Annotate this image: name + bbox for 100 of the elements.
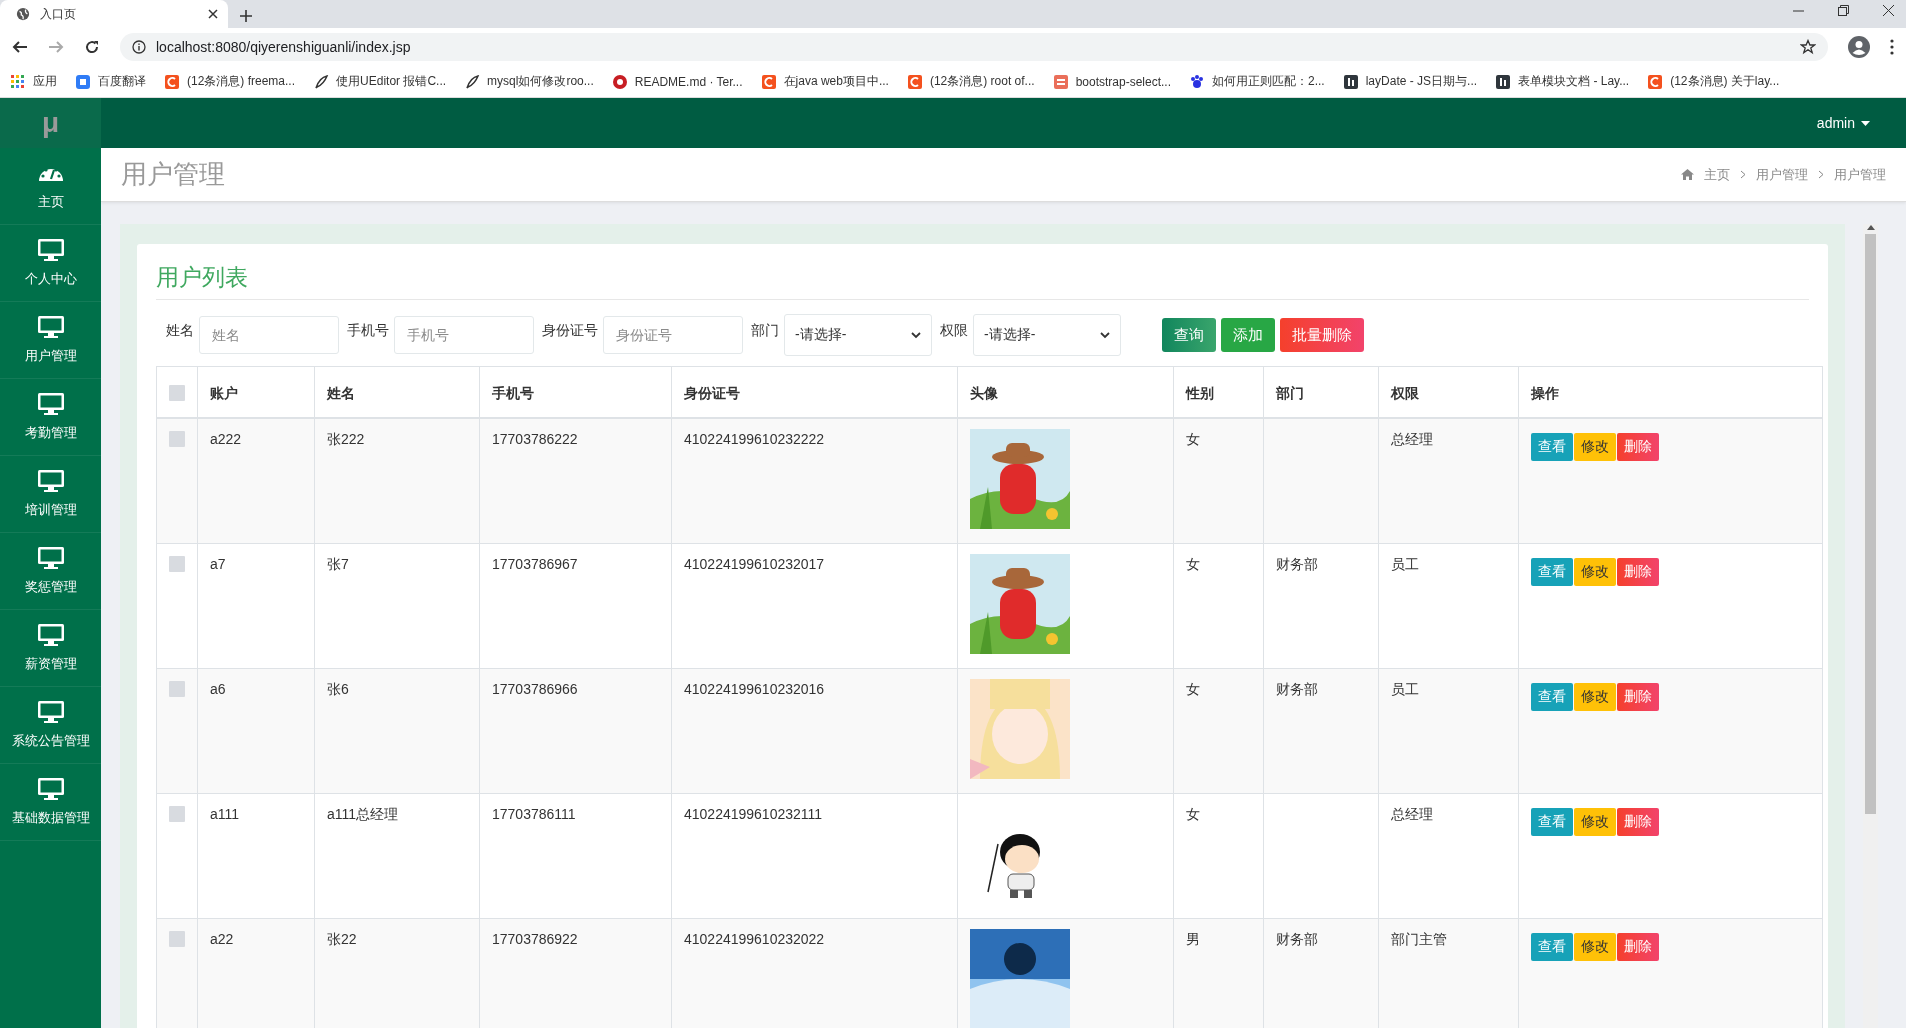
table-cell: a111	[197, 793, 315, 918]
input-field[interactable]: 手机号	[394, 316, 534, 354]
checkbox[interactable]	[169, 385, 185, 401]
grid-icon	[10, 73, 26, 90]
table-cell: 张222	[314, 418, 480, 543]
monitor-icon	[36, 546, 65, 570]
table-cell: 员工	[1378, 668, 1519, 793]
account-icon[interactable]	[1848, 36, 1870, 58]
bookmark-link[interactable]: (12条消息) freema...	[187, 73, 296, 90]
breadcrumb-link[interactable]: 用户管理	[1756, 165, 1808, 184]
bookmark-link[interactable]: layDate - JS日期与...	[1365, 73, 1478, 90]
bookmark-icon	[164, 73, 180, 90]
bookmark-icon	[906, 73, 923, 90]
chevron-icon	[1100, 331, 1110, 339]
table-cell: 410224199610232222	[671, 418, 958, 543]
bookmark-link[interactable]: 在java web项目中...	[783, 73, 889, 90]
filter-label: 部门	[751, 321, 779, 340]
edit-button[interactable]: 修改	[1574, 433, 1616, 461]
bookmark-icon	[75, 73, 91, 90]
delete-button[interactable]: 删除	[1617, 433, 1659, 461]
edit-button[interactable]: 修改	[1574, 682, 1616, 711]
add-button[interactable]: 添加	[1221, 318, 1275, 352]
page-title: 用户管理	[121, 158, 225, 191]
table-cell: a222	[197, 418, 315, 543]
table-cell: 总经理	[1378, 793, 1519, 918]
table-cell: 17703786966	[479, 668, 672, 793]
home-icon	[1681, 169, 1694, 180]
input-field[interactable]: 身份证号	[603, 316, 743, 354]
delete-button[interactable]: 删除	[1617, 932, 1659, 961]
breadcrumb-link[interactable]: 主页	[1704, 165, 1730, 184]
table-cell: 410224199610232016	[671, 668, 958, 793]
table-cell: 财务部	[1263, 543, 1379, 668]
filter-label: 身份证号	[542, 321, 598, 340]
bookmark-link[interactable]: mysql如何修改roo...	[487, 73, 594, 90]
chevron-icon	[911, 331, 921, 339]
bookmark-icon	[1052, 73, 1069, 90]
edit-button[interactable]: 修改	[1574, 932, 1616, 961]
table-cell: 张6	[314, 668, 480, 793]
input-field[interactable]: 姓名	[199, 316, 339, 354]
bookmark-icon	[464, 73, 481, 90]
restore-icon[interactable]	[1838, 4, 1849, 16]
monitor-icon	[36, 315, 65, 339]
bookmark-link[interactable]: 百度翻译	[98, 73, 146, 90]
scrollbar[interactable]	[1863, 224, 1878, 1028]
back-icon[interactable]	[12, 39, 28, 55]
monitor-icon	[36, 392, 65, 416]
chevron-icon	[1740, 170, 1746, 179]
search-button[interactable]: 查询	[1162, 318, 1216, 352]
user-menu[interactable]: admin	[1816, 98, 1906, 148]
monitor-icon	[36, 700, 65, 724]
edit-button[interactable]: 修改	[1574, 557, 1616, 586]
bookmark-link[interactable]: 应用	[33, 73, 57, 90]
scroll-up-icon[interactable]	[1866, 224, 1875, 230]
bookmark-icon	[1647, 73, 1664, 90]
close-icon[interactable]	[1883, 4, 1894, 16]
checkbox[interactable]	[169, 431, 185, 447]
bookmark-link[interactable]: README.md · Ter...	[634, 74, 743, 89]
delete-button[interactable]: 删除	[1617, 807, 1659, 836]
table-cell: 女	[1173, 793, 1264, 918]
bookmark-link[interactable]: bootstrap-select...	[1075, 74, 1171, 89]
reload-icon[interactable]	[84, 39, 100, 55]
breadcrumb-link[interactable]: 用户管理	[1834, 165, 1886, 184]
table-cell: a6	[197, 668, 315, 793]
select-field[interactable]: -请选择-	[784, 314, 932, 356]
table-cell: 女	[1173, 418, 1264, 543]
browser-tab[interactable]: 入口页	[0, 0, 228, 28]
bookmark-link[interactable]: (12条消息) 关于lay...	[1670, 73, 1780, 90]
card-title: 用户列表	[156, 254, 1809, 300]
delete-button[interactable]: 批量删除	[1280, 318, 1364, 352]
chevron-icon	[1818, 170, 1824, 179]
plus-icon[interactable]	[240, 10, 252, 22]
checkbox[interactable]	[169, 930, 185, 947]
caret-icon	[1861, 120, 1870, 126]
delete-button[interactable]: 删除	[1617, 557, 1659, 586]
bookmark-link[interactable]: 表单模块文档 - Lay...	[1518, 73, 1630, 90]
checkbox[interactable]	[169, 680, 185, 697]
table-cell: 17703786222	[479, 418, 672, 543]
table-cell: 410224199610232111	[671, 793, 958, 918]
bookmark-icon	[313, 73, 330, 90]
bookmark-link[interactable]: 如何用正则匹配：2...	[1212, 73, 1325, 90]
close-icon[interactable]	[208, 9, 218, 19]
table-cell: 员工	[1378, 543, 1519, 668]
menu-icon[interactable]	[1890, 39, 1894, 55]
delete-button[interactable]: 删除	[1617, 682, 1659, 711]
table-cell: 张7	[314, 543, 480, 668]
info-icon[interactable]	[132, 40, 146, 54]
monitor-icon	[36, 469, 65, 493]
select-field[interactable]: -请选择-	[973, 314, 1121, 356]
table-cell: 总经理	[1378, 418, 1519, 543]
checkbox[interactable]	[169, 805, 185, 822]
checkbox[interactable]	[169, 555, 185, 572]
table-cell: a111总经理	[314, 793, 480, 918]
bookmark-link[interactable]: (12条消息) root of...	[929, 73, 1035, 90]
edit-button[interactable]: 修改	[1574, 807, 1616, 836]
monitor-icon	[36, 623, 65, 647]
bookmark-link[interactable]: 使用UEditor 报错C...	[336, 73, 447, 90]
table-cell: a7	[197, 543, 315, 668]
star-icon[interactable]	[1800, 39, 1816, 55]
table-cell: 女	[1173, 543, 1264, 668]
bookmark-icon	[1189, 73, 1205, 90]
